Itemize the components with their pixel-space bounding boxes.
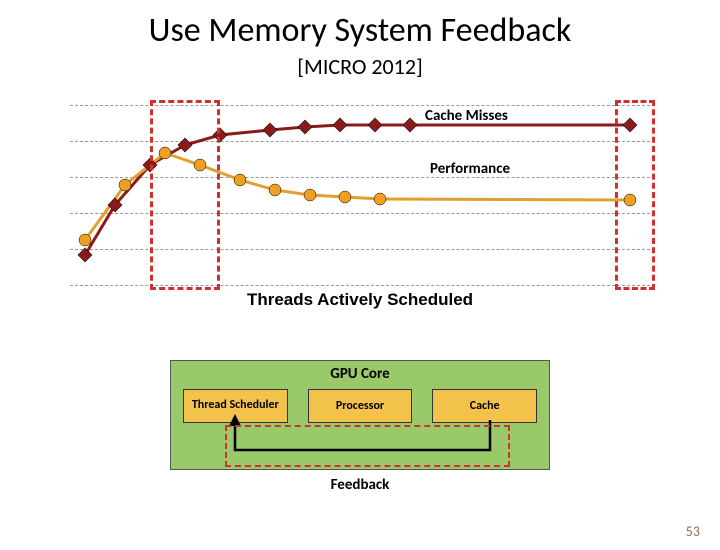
highlight-box-right [615,100,655,290]
cache-block: Cache [432,389,537,423]
gpu-blocks-row: Thread Scheduler Processor Cache [171,383,549,423]
thread-scheduler-label: Thread Scheduler [192,399,279,412]
thread-scheduler-block: Thread Scheduler [183,389,288,423]
processor-block: Processor [308,389,413,423]
page-subtitle: [MICRO 2012] [0,53,720,80]
feedback-label: Feedback [0,476,720,494]
gpu-core-title: GPU Core [171,365,549,383]
label-cache-misses: Cache Misses [425,107,508,125]
page-title: Use Memory System Feedback [0,10,720,51]
xaxis-label: Threads Actively Scheduled [0,290,720,310]
processor-label: Processor [336,399,384,413]
feedback-highlight-box [225,425,510,467]
page-number: 53 [686,523,700,540]
cache-label: Cache [470,399,500,413]
highlight-box-left [150,100,220,290]
label-performance: Performance [430,160,510,178]
chart-container: Cache Misses Performance [70,105,650,285]
